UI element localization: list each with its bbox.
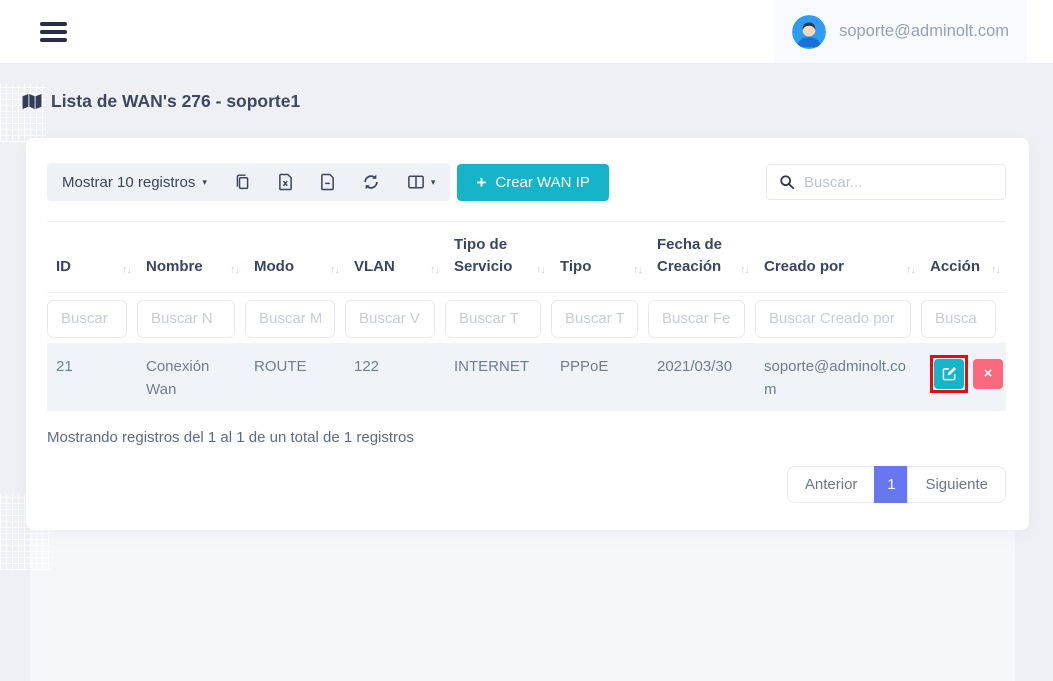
cell-creado-por: soporte@adminolt.com <box>755 343 921 412</box>
filter-input-nombre[interactable] <box>137 300 235 338</box>
section-header: Lista de WAN's 276 - soporte1 <box>22 91 1029 112</box>
edit-button-highlight-box <box>930 355 968 393</box>
copy-icon <box>234 173 251 191</box>
cell-modo: ROUTE <box>245 343 345 412</box>
cell-nombre: Conexión Wan <box>137 343 245 412</box>
create-wan-ip-button[interactable]: + Crear WAN IP <box>457 164 608 201</box>
sort-icon[interactable]: ↑↓ <box>230 264 239 278</box>
sort-icon[interactable]: ↑↓ <box>906 264 915 278</box>
user-avatar <box>792 15 826 49</box>
sort-icon[interactable]: ↑↓ <box>740 264 749 278</box>
copy-button[interactable] <box>234 173 251 191</box>
create-wan-ip-label: Crear WAN IP <box>495 174 589 191</box>
wan-list-card: Mostrar 10 registros ▾ <box>26 138 1029 530</box>
column-header-id[interactable]: ID ↑↓ <box>47 222 137 293</box>
page-length-dropdown[interactable]: Mostrar 10 registros ▾ <box>62 174 207 191</box>
column-header-tipo-servicio[interactable]: Tipo de Servicio ↑↓ <box>445 222 551 293</box>
top-navbar: soporte@adminolt.com <box>0 0 1053 64</box>
table-toolbar: Mostrar 10 registros ▾ <box>47 163 1006 201</box>
sort-icon[interactable]: ↑↓ <box>633 264 642 278</box>
wan-table: ID ↑↓ Nombre ↑↓ Modo ↑↓ VLAN ↑↓ Tipo de … <box>47 221 1006 411</box>
file-text-icon <box>320 173 335 191</box>
pagination-next-button[interactable]: Siguiente <box>907 466 1006 503</box>
filter-input-tipo[interactable] <box>551 300 638 338</box>
chevron-down-icon: ▾ <box>431 178 436 187</box>
cell-fecha-creacion: 2021/03/30 <box>648 343 755 412</box>
sort-icon[interactable]: ↑↓ <box>991 264 1000 278</box>
plus-icon: + <box>476 174 486 191</box>
filter-row <box>47 292 1006 343</box>
filter-input-vlan[interactable] <box>345 300 435 338</box>
column-header-tipo[interactable]: Tipo ↑↓ <box>551 222 648 293</box>
cell-accion: × <box>921 343 1006 412</box>
page-title: Lista de WAN's 276 - soporte1 <box>51 91 300 112</box>
sort-icon[interactable]: ↑↓ <box>330 264 339 278</box>
refresh-button[interactable] <box>362 173 380 191</box>
sort-icon[interactable]: ↑↓ <box>430 264 439 278</box>
filter-input-id[interactable] <box>47 300 127 338</box>
pagination: Anterior 1 Siguiente <box>787 466 1006 503</box>
page-length-label: Mostrar 10 registros <box>62 174 195 191</box>
column-header-vlan[interactable]: VLAN ↑↓ <box>345 222 445 293</box>
user-menu[interactable]: soporte@adminolt.com <box>774 0 1027 63</box>
menu-icon[interactable] <box>40 18 67 46</box>
cell-tipo: PPPoE <box>551 343 648 412</box>
chevron-down-icon: ▾ <box>202 178 207 187</box>
column-header-creado-por[interactable]: Creado por ↑↓ <box>755 222 921 293</box>
file-export-button[interactable] <box>320 173 335 191</box>
column-header-accion[interactable]: Acción ↑↓ <box>921 222 1006 293</box>
filter-input-creado-por[interactable] <box>755 300 911 338</box>
pagination-container: Anterior 1 Siguiente <box>47 466 1006 503</box>
columns-icon <box>407 174 425 190</box>
filter-input-accion[interactable] <box>921 300 996 338</box>
sort-icon[interactable]: ↑↓ <box>122 264 131 278</box>
column-visibility-button[interactable]: ▾ <box>407 174 436 190</box>
delete-button[interactable]: × <box>973 359 1003 389</box>
user-email: soporte@adminolt.com <box>839 22 1009 41</box>
filter-input-tipo-servicio[interactable] <box>445 300 541 338</box>
refresh-icon <box>362 173 380 191</box>
background-panel-decoration <box>30 508 1015 681</box>
table-row: 21 Conexión Wan ROUTE 122 INTERNET PPPoE… <box>47 343 1006 412</box>
filter-input-fecha-creacion[interactable] <box>648 300 745 338</box>
sort-icon[interactable]: ↑↓ <box>536 264 545 278</box>
table-buttons-group: Mostrar 10 registros ▾ <box>47 163 450 201</box>
header-row: ID ↑↓ Nombre ↑↓ Modo ↑↓ VLAN ↑↓ Tipo de … <box>47 222 1006 293</box>
cell-vlan: 122 <box>345 343 445 412</box>
cell-id: 21 <box>47 343 137 412</box>
global-search <box>766 164 1006 200</box>
column-header-modo[interactable]: Modo ↑↓ <box>245 222 345 293</box>
excel-export-button[interactable] <box>278 173 293 191</box>
pagination-page-1-button[interactable]: 1 <box>874 466 908 503</box>
close-icon: × <box>984 366 993 381</box>
edit-pencil-icon <box>942 366 957 381</box>
filter-input-modo[interactable] <box>245 300 335 338</box>
cell-tipo-servicio: INTERNET <box>445 343 551 412</box>
excel-file-icon <box>278 173 293 191</box>
column-header-fecha-creacion[interactable]: Fecha de Creación ↑↓ <box>648 222 755 293</box>
search-input[interactable] <box>804 174 993 191</box>
search-icon <box>779 174 795 190</box>
map-icon <box>22 93 42 110</box>
edit-button[interactable] <box>934 359 964 389</box>
column-header-nombre[interactable]: Nombre ↑↓ <box>137 222 245 293</box>
table-info-text: Mostrando registros del 1 al 1 de un tot… <box>47 429 1006 446</box>
pagination-previous-button[interactable]: Anterior <box>787 466 876 503</box>
